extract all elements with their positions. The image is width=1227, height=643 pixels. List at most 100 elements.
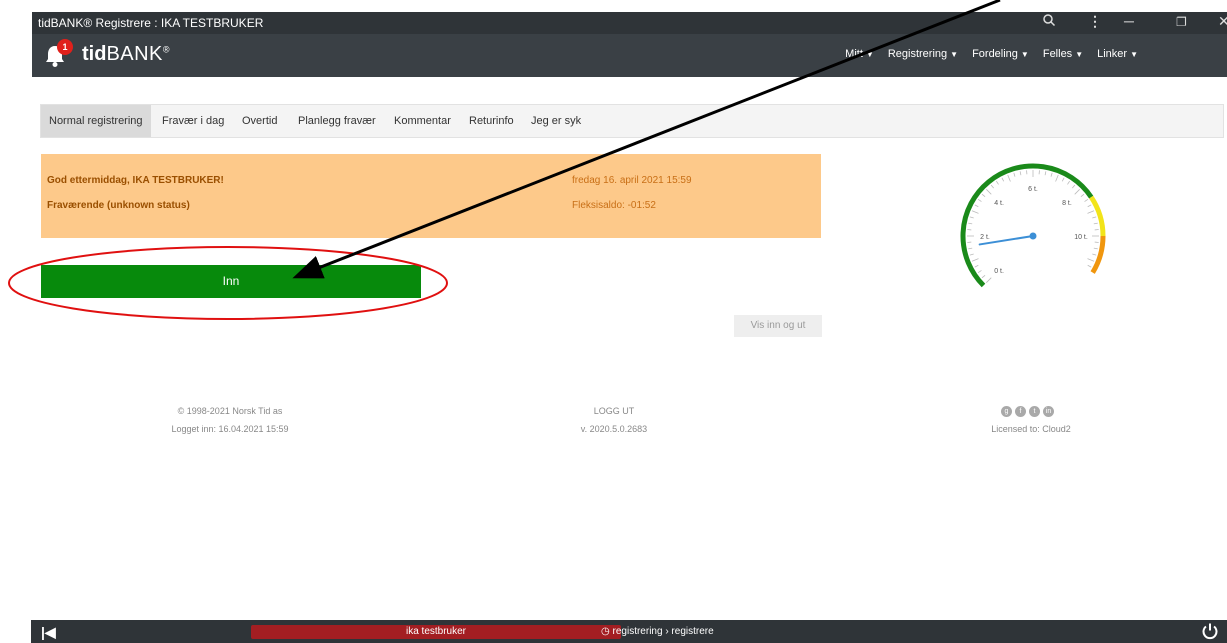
gauge-arc-yellow [1089,195,1106,237]
chevron-down-icon: ▼ [1075,50,1084,59]
gauge-label: 10 t. [1074,234,1088,241]
google-plus-icon[interactable]: g [1001,406,1012,417]
tab-planlegg-fravaer[interactable]: Planlegg fravær [290,105,384,137]
kebab-icon[interactable]: ⋮ [1088,13,1102,30]
chevron-down-icon: ▼ [1020,50,1029,59]
gauge-tick [971,210,979,214]
gauge-label: 0 t. [994,268,1004,275]
absence-status-text: Fraværende (unknown status) [47,200,190,211]
gauge-label: 6 t. [1028,186,1038,193]
gauge-tick [1013,172,1016,177]
nav-registrering[interactable]: Registrering ▼ [888,48,958,60]
gauge-tick [969,253,974,256]
gauge-tick [986,277,992,283]
gauge-tick [1093,222,1098,225]
window-title: tidBANK® Registrere : IKA TESTBRUKER [38,16,264,30]
flex-balance: Fleksisaldo: -01:52 [572,200,656,211]
facebook-icon[interactable]: f [1015,406,1026,417]
gauge-hub [1029,232,1037,240]
gauge-tick [986,189,992,195]
logo-bold-text: tid [82,43,107,65]
gauge-tick [1087,204,1092,208]
nav-linker[interactable]: Linker ▼ [1097,48,1138,60]
nav-mitt-label: Mitt [845,48,863,60]
gauge-tick [1092,253,1097,256]
top-navigation: Mitt ▼ Registrering ▼ Fordeling ▼ Felles ▼ L… [845,48,1138,60]
window-titlebar: tidBANK® Registrere : IKA TESTBRUKER ⋮ ─… [32,12,1227,34]
tab-overtid[interactable]: Overtid [234,105,285,137]
gauge-tick [974,264,979,268]
gauge-tick [1067,180,1071,185]
nav-fordeling[interactable]: Fordeling ▼ [972,48,1029,60]
tab-jeg-er-syk[interactable]: Jeg er syk [523,105,589,137]
version-text: v. 2020.5.0.2683 [580,424,648,434]
copyright-text: © 1998-2021 Norsk Tid as [177,406,283,416]
power-icon[interactable] [1201,622,1219,643]
gauge-tick [1074,189,1080,195]
gauge-tick [1007,174,1011,182]
tab-returinfo[interactable]: Returinfo [461,105,522,137]
gauge-tick [1001,177,1005,182]
gauge-tick [1093,247,1098,250]
nav-felles-label: Felles [1042,48,1073,60]
logo-mark: ® [162,44,170,55]
gauge-tick [1050,172,1053,177]
nav-registrering-label: Registrering [887,48,948,60]
gauge-tick [1044,171,1047,176]
restore-button[interactable]: ❐ [1176,15,1187,29]
tab-fravaer-i-dag[interactable]: Fravær i dag [154,105,232,137]
close-button[interactable]: ✕ [1218,13,1227,30]
status-panel: God ettermiddag, IKA TESTBRUKER! Fravære… [41,154,821,238]
gauge-tick [968,222,973,225]
linkedin-icon[interactable]: in [1043,406,1054,417]
gauge-tick [981,275,986,279]
greeting-text: God ettermiddag, IKA TESTBRUKER! [47,175,224,186]
gauge-tick [1087,210,1095,214]
app-header: 1 tidBANK® Mitt ▼ Registrering ▼ Fordeling… [32,34,1227,77]
gauge-tick [969,216,974,219]
gauge-tick [1019,171,1022,176]
logout-link[interactable]: LOGG UT [484,406,744,416]
tab-normal-registrering[interactable]: Normal registrering [41,105,151,137]
gauge-tick [968,247,973,250]
tab-kommentar[interactable]: Kommentar [386,105,459,137]
nav-linker-label: Linker [1097,48,1128,60]
licensed-text: Licensed to: Cloud2 [991,424,1071,434]
current-user-badge[interactable]: ika testbruker [251,625,621,639]
gauge-tick [1087,258,1095,262]
gauge-tick [977,270,982,274]
skip-to-start-icon[interactable]: |◀ [41,624,56,641]
nav-mitt[interactable]: Mitt ▼ [845,48,874,60]
current-datetime: fredag 16. april 2021 15:59 [572,175,692,186]
gauge-tick [1055,174,1059,182]
gauge-label: 8 t. [1062,200,1072,207]
bottom-status-bar: |◀ ika testbruker ◷ registrering › regis… [31,620,1227,643]
chevron-down-icon: ▼ [865,50,874,59]
breadcrumb: ◷ registrering › registrere [601,626,714,637]
gauge-arc-green [960,163,1094,288]
logo-light-text: BANK [106,43,163,65]
gauge-tick [990,184,994,189]
twitter-icon[interactable]: t [1029,406,1040,417]
chevron-down-icon: ▼ [1130,50,1138,59]
gauge-tick [977,198,982,202]
nav-felles[interactable]: Felles ▼ [1043,48,1083,60]
gauge-label: 4 t. [994,200,1004,207]
gauge-tick [1084,198,1089,202]
chevron-down-icon: ▼ [950,50,959,59]
tidbank-logo[interactable]: tidBANK® [82,43,170,66]
breadcrumb-text: registrering › registrere [612,626,714,637]
inn-button[interactable]: Inn [41,265,421,298]
zoom-icon[interactable] [1042,13,1056,30]
notification-badge: 1 [57,39,73,55]
minimize-button[interactable]: ─ [1124,13,1134,29]
gauge-tick [1080,193,1085,197]
hours-gauge: 0 t. 2 t. 4 t. 6 t. 8 t. 10 t. [960,163,1106,288]
show-in-out-button[interactable]: Vis inn og ut [734,315,822,337]
nav-fordeling-label: Fordeling [972,48,1018,60]
gauge-tick [1072,184,1076,189]
gauge-label: 2 t. [980,234,990,241]
gauge-tick [1061,177,1065,182]
registration-tabs: Normal registrering Fravær i dag Overtid… [40,104,1224,138]
gauge-tick [971,258,979,262]
